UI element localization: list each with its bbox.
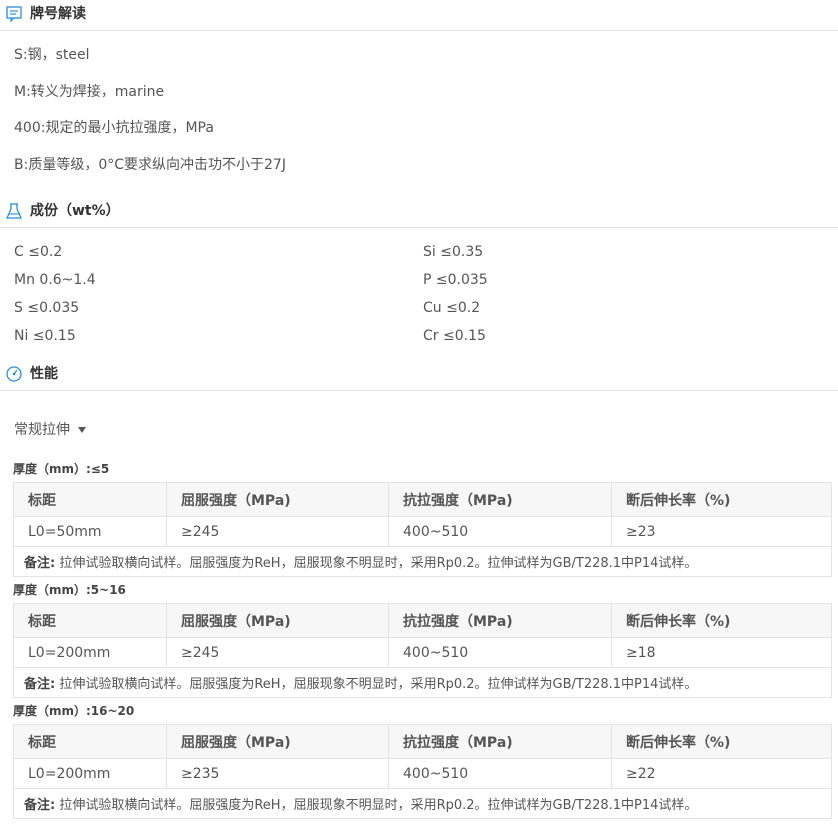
table-header-row: 标距 屈服强度（MPa) 抗拉强度（MPa) 断后伸长率（%) (13, 603, 832, 638)
element-symbol: S (14, 300, 23, 316)
caret-down-icon (78, 427, 86, 433)
note-cell: 备注: 拉伸试验取横向试样。屈服强度为ReH，屈服现象不明显时，采用Rp0.2。… (13, 546, 832, 577)
performance-section-header: 性能 (0, 360, 838, 391)
table-cell: ≥245 (166, 516, 389, 547)
tensile-table: 标距 屈服强度（MPa) 抗拉强度（MPa) 断后伸长率（%) L0=200mm… (13, 603, 832, 698)
tensile-table: 标距 屈服强度（MPa) 抗拉强度（MPa) 断后伸长率（%) L0=50mm … (13, 482, 832, 577)
brand-line: B:质量等级，0°C要求纵向冲击功不小于27J (14, 157, 286, 173)
tensile-table: 标距 屈服强度（MPa) 抗拉强度（MPa) 断后伸长率（%) L0=200mm… (13, 724, 832, 819)
header-cell: 屈服强度（MPa) (166, 482, 389, 517)
table-cell: L0=200mm (13, 637, 167, 668)
thickness-label: 厚度（mm）:5~16 (13, 583, 126, 597)
note-text: 拉伸试验取横向试样。屈服强度为ReH，屈服现象不明显时，采用Rp0.2。拉伸试样… (59, 677, 698, 692)
table-cell: ≥235 (166, 758, 389, 789)
table-cell: ≥22 (611, 758, 832, 789)
composition-title: 成份（wt%） (30, 203, 120, 219)
composition-item: Cu ≤0.2 (423, 299, 480, 317)
header-cell: 标距 (13, 482, 167, 517)
table-cell: L0=50mm (13, 516, 167, 547)
header-cell: 断后伸长率（%) (611, 724, 832, 759)
table-cell: ≥23 (611, 516, 832, 547)
performance-title: 性能 (30, 366, 58, 382)
element-value: ≤0.035 (435, 272, 488, 288)
header-cell: 抗拉强度（MPa) (388, 724, 612, 759)
element-symbol: Ni (14, 328, 29, 344)
brand-section-header: 牌号解读 (0, 0, 838, 31)
flask-icon (5, 203, 23, 219)
header-cell: 标距 (13, 603, 167, 638)
dropdown-label: 常规拉伸 (14, 422, 70, 438)
thickness-label: 厚度（mm）:16~20 (13, 704, 135, 718)
element-value: 0.6~1.4 (39, 272, 96, 288)
thickness-label: 厚度（mm）:≤5 (13, 462, 110, 476)
table-cell: ≥18 (611, 637, 832, 668)
element-value: ≤0.2 (446, 300, 481, 316)
gauge-icon (6, 366, 22, 382)
element-value: ≤0.35 (440, 244, 484, 260)
note-label: 备注: (24, 677, 56, 692)
note-cell: 备注: 拉伸试验取横向试样。屈服强度为ReH，屈服现象不明显时，采用Rp0.2。… (13, 788, 832, 819)
header-cell: 断后伸长率（%) (611, 482, 832, 517)
note-row: 备注: 拉伸试验取横向试样。屈服强度为ReH，屈服现象不明显时，采用Rp0.2。… (13, 788, 832, 819)
composition-item: Ni ≤0.15 (14, 327, 76, 345)
table-row: L0=200mm ≥245 400~510 ≥18 (13, 637, 832, 668)
table-cell: ≥245 (166, 637, 389, 668)
header-cell: 屈服强度（MPa) (166, 603, 389, 638)
note-cell: 备注: 拉伸试验取横向试样。屈服强度为ReH，屈服现象不明显时，采用Rp0.2。… (13, 667, 832, 698)
composition-item: S ≤0.035 (14, 299, 79, 317)
note-row: 备注: 拉伸试验取横向试样。屈服强度为ReH，屈服现象不明显时，采用Rp0.2。… (13, 667, 832, 698)
brand-line: S:钢，steel (14, 47, 90, 63)
element-symbol: Cr (423, 328, 439, 344)
brand-line: M:转义为焊接，marine (14, 84, 165, 100)
brand-line: 400:规定的最小抗拉强度，MPa (14, 120, 214, 136)
header-cell: 断后伸长率（%) (611, 603, 832, 638)
brand-title: 牌号解读 (30, 6, 86, 22)
composition-item: P ≤0.035 (423, 271, 488, 289)
note-label: 备注: (24, 556, 56, 571)
element-value: ≤0.2 (28, 244, 63, 260)
composition-item: C ≤0.2 (14, 243, 62, 261)
note-row: 备注: 拉伸试验取横向试样。屈服强度为ReH，屈服现象不明显时，采用Rp0.2。… (13, 546, 832, 577)
test-type-dropdown[interactable]: 常规拉伸 (14, 421, 86, 439)
table-row: L0=200mm ≥235 400~510 ≥22 (13, 758, 832, 789)
element-value: ≤0.15 (442, 328, 486, 344)
composition-item: Cr ≤0.15 (423, 327, 486, 345)
note-text: 拉伸试验取横向试样。屈服强度为ReH，屈服现象不明显时，采用Rp0.2。拉伸试样… (59, 798, 698, 813)
table-cell: 400~510 (388, 637, 612, 668)
table-cell: 400~510 (388, 516, 612, 547)
element-symbol: P (423, 272, 432, 288)
element-value: ≤0.035 (27, 300, 80, 316)
table-header-row: 标距 屈服强度（MPa) 抗拉强度（MPa) 断后伸长率（%) (13, 724, 832, 759)
header-cell: 抗拉强度（MPa) (388, 482, 612, 517)
header-cell: 屈服强度（MPa) (166, 724, 389, 759)
element-symbol: Mn (14, 272, 35, 288)
table-row: L0=50mm ≥245 400~510 ≥23 (13, 516, 832, 547)
element-symbol: Cu (423, 300, 442, 316)
composition-item: Mn 0.6~1.4 (14, 271, 96, 289)
header-cell: 标距 (13, 724, 167, 759)
table-header-row: 标距 屈服强度（MPa) 抗拉强度（MPa) 断后伸长率（%) (13, 482, 832, 517)
note-text: 拉伸试验取横向试样。屈服强度为ReH，屈服现象不明显时，采用Rp0.2。拉伸试样… (59, 556, 698, 571)
element-symbol: C (14, 244, 24, 260)
composition-section-header: 成份（wt%） (0, 197, 838, 228)
element-value: ≤0.15 (32, 328, 76, 344)
table-cell: 400~510 (388, 758, 612, 789)
header-cell: 抗拉强度（MPa) (388, 603, 612, 638)
composition-item: Si ≤0.35 (423, 243, 483, 261)
table-cell: L0=200mm (13, 758, 167, 789)
message-box-icon (6, 6, 22, 23)
note-label: 备注: (24, 798, 56, 813)
element-symbol: Si (423, 244, 436, 260)
